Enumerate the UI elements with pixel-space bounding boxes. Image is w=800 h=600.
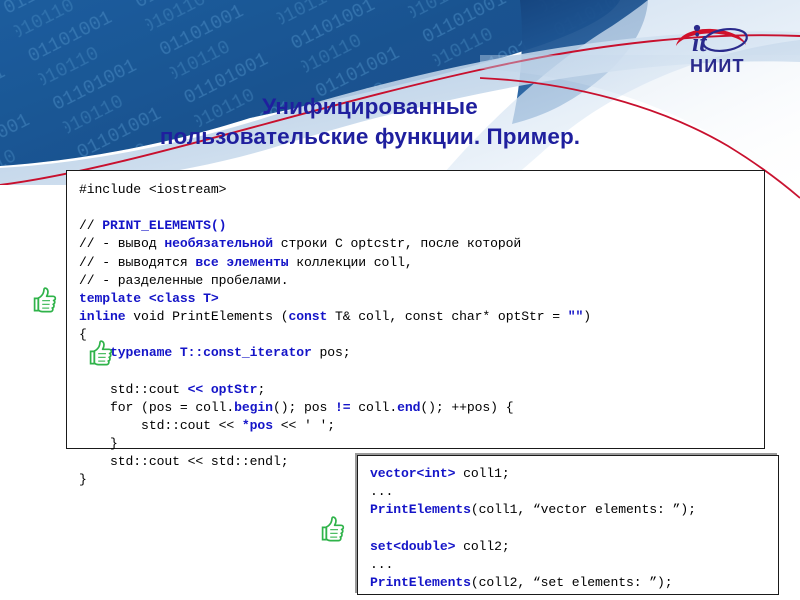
code-line: typename T::const_iterator pos; [79, 344, 764, 362]
code-token: // - вывод [79, 236, 165, 252]
code-token: set<double> [370, 538, 456, 554]
code-line: ... [370, 556, 778, 574]
thumbs-up-icon [32, 286, 58, 314]
code-line: inline void PrintElements (const T& coll… [79, 308, 764, 326]
code-line: } [79, 435, 764, 453]
code-line: std::cout << *pos << ' '; [79, 417, 764, 435]
code-line: // PRINT_ELEMENTS() [79, 217, 764, 235]
code-token: end [397, 399, 421, 415]
code-line: #include <iostream> [79, 181, 764, 199]
code-token: ... [370, 484, 394, 500]
code-line: // - разделенные пробелами. [79, 272, 764, 290]
code-line: vector<int> coll1; [370, 465, 778, 483]
code-token: T& coll, const char* optStr = [327, 308, 568, 324]
code-token: } [79, 435, 118, 451]
code-token: необязательной [164, 236, 273, 252]
code-token: void PrintElements ( [125, 308, 289, 324]
code-token: std::cout << std::endl; [79, 454, 289, 470]
code-token: "" [567, 308, 584, 324]
code-token: PrintElements [370, 574, 471, 590]
code-token: coll1; [455, 466, 510, 481]
code-token: строки C optcstr, после которой [272, 236, 522, 252]
code-token: } [79, 472, 87, 488]
page-title-line2: пользовательские функции. Пример. [159, 124, 581, 149]
code-line: std::cout << optStr; [79, 381, 764, 399]
code-token: // - разделенные пробелами. [79, 272, 289, 288]
code-token: begin [234, 399, 273, 415]
code-token: inline [79, 308, 126, 324]
code-token: { [79, 327, 87, 343]
code-token: template <class T> [79, 290, 219, 306]
code-token: ... [370, 556, 394, 572]
page-title: Унифицированные пользовательские функции… [60, 92, 680, 152]
logo-swoosh-icon [676, 28, 746, 46]
code-block-function-definition: #include <iostream> // PRINT_ELEMENTS() /… [66, 170, 765, 487]
code-line: ... [370, 483, 778, 501]
code-token: (coll1, “vector elements: ”); [470, 502, 696, 518]
code-line: // - вывод необязательной строки C optcs… [79, 235, 764, 253]
code-token: PrintElements [370, 502, 471, 518]
code-line: PrintElements(coll1, “vector elements: ”… [370, 501, 778, 519]
code-token: коллекции coll, [288, 254, 413, 270]
code-line: { [79, 326, 764, 344]
code-token: // [79, 218, 103, 234]
code-line: set<double> coll2; [370, 538, 778, 556]
code-token: coll. [350, 399, 398, 415]
page-title-line1: Унифицированные [262, 94, 478, 119]
code-token: << optStr [187, 381, 258, 397]
code-token: for (pos = coll. [79, 399, 235, 415]
thumbs-up-icon [88, 339, 114, 367]
code-token: все элементы [195, 254, 289, 270]
logo-mark-text: it [692, 28, 707, 57]
code-token: vector<int> [370, 466, 456, 481]
code-token: (); ++pos) { [420, 399, 514, 415]
logo-graphic: it НИИТ [676, 24, 748, 76]
code-token: << ' '; [272, 417, 336, 433]
slide-canvas: 01101001 10010110 [0, 0, 800, 600]
code-token: coll2; [455, 538, 510, 554]
code-token: std::cout << [79, 417, 242, 433]
code-token: *pos [241, 417, 273, 433]
thumbs-up-icon [320, 515, 346, 543]
code-block-usage-example: vector<int> coll1;... PrintElements(coll1… [357, 455, 779, 595]
code-line: template <class T> [79, 290, 764, 308]
code-token: #include <iostream> [79, 182, 227, 197]
company-logo: it НИИТ [668, 18, 778, 80]
code-token: != [335, 399, 351, 415]
code-token: pos; [311, 345, 351, 361]
code-line: PrintElements(coll2, “set elements: ”); [370, 574, 778, 592]
code-token: (coll2, “set elements: ”); [470, 574, 673, 590]
code-line: // - выводятся все элементы коллекции co… [79, 254, 764, 272]
code-token: const [288, 308, 328, 324]
code-token: (); pos [272, 399, 336, 415]
code-token: ; [257, 381, 266, 397]
code-token: ) [583, 308, 592, 324]
code-token: PRINT_ELEMENTS() [102, 218, 227, 234]
code-token: typename T::const_iterator [110, 345, 312, 361]
code-token: std::cout [79, 381, 188, 397]
logo-name-text: НИИТ [690, 56, 745, 76]
code-token: // - выводятся [79, 254, 196, 270]
code-line: for (pos = coll.begin(); pos != coll.end… [79, 399, 764, 417]
